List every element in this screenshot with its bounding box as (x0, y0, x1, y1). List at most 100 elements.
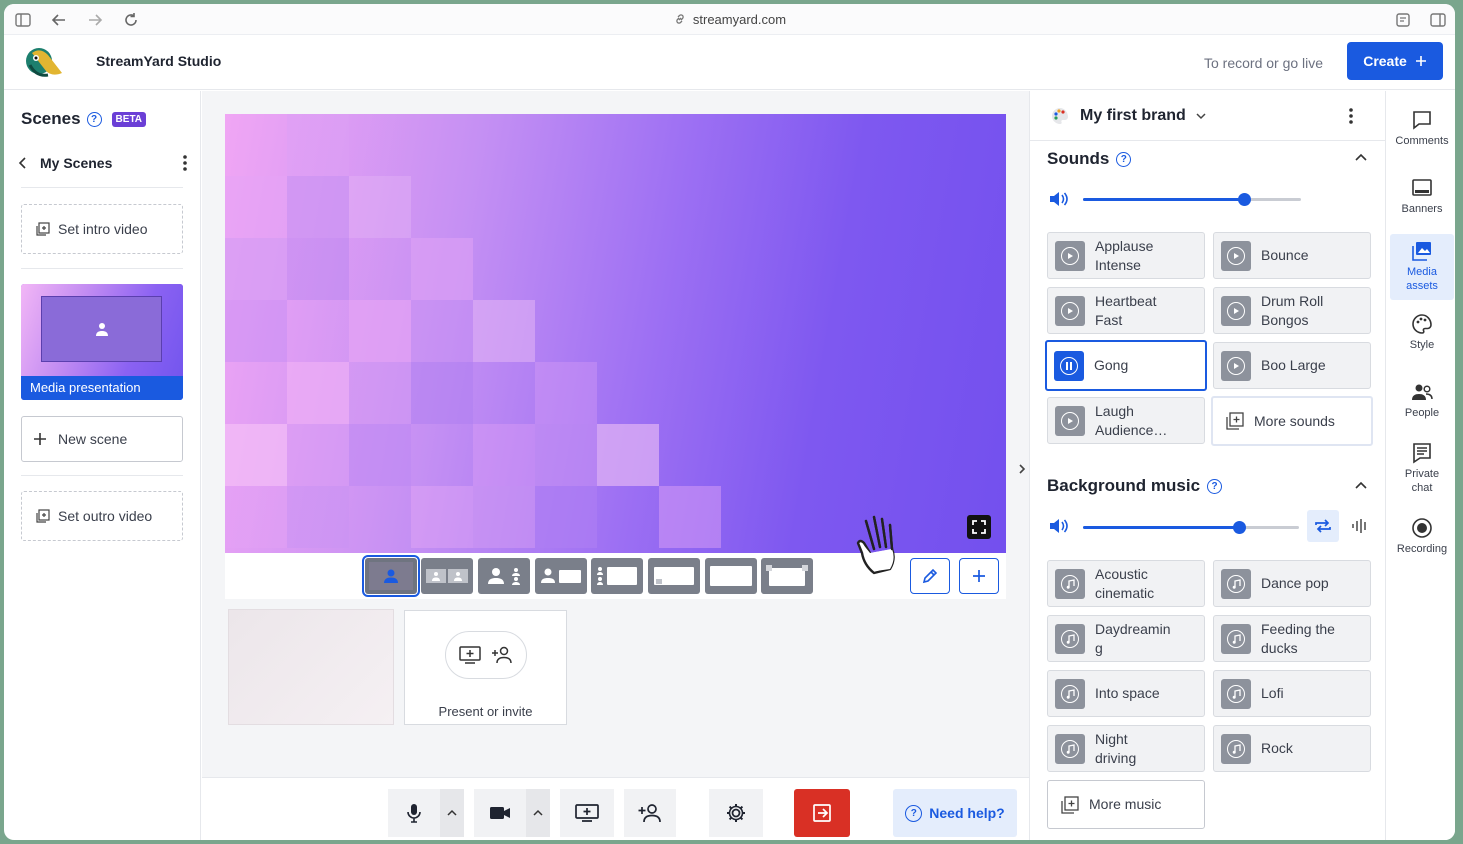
layout-solo-button[interactable] (362, 555, 420, 597)
studio-stage-area: Present or invite ? Need help? (202, 91, 1029, 840)
split-view-icon[interactable] (1429, 11, 1447, 29)
set-intro-video-button[interactable]: Set intro video (21, 204, 183, 254)
reader-icon[interactable] (1394, 11, 1412, 29)
background-tile (225, 486, 287, 548)
sound-tile[interactable]: Boo Large (1213, 342, 1371, 389)
collapse-sounds-icon[interactable] (1355, 153, 1367, 161)
invite-button[interactable] (624, 789, 676, 837)
camera-button[interactable] (474, 789, 526, 837)
chevron-left-icon[interactable] (18, 156, 28, 170)
scene-card-label: Media presentation (21, 376, 183, 400)
present-or-invite-card[interactable]: Present or invite (404, 610, 567, 725)
my-scenes-row[interactable]: My Scenes (18, 154, 188, 172)
sound-label-line1: Laugh (1095, 402, 1134, 419)
microphone-button[interactable] (388, 789, 440, 837)
help-icon[interactable]: ? (86, 111, 102, 127)
present-invite-label: Present or invite (438, 704, 533, 719)
help-icon[interactable]: ? (1207, 478, 1223, 494)
more-music-button[interactable]: More music (1047, 780, 1205, 829)
layout-sidebar-screen-button[interactable] (591, 558, 643, 594)
music-label-line2: g (1095, 639, 1103, 656)
sound-tile[interactable]: Laugh Audience… (1047, 397, 1205, 444)
background-tile (473, 424, 535, 486)
edit-layout-button[interactable] (910, 558, 950, 594)
layout-fullscreen-button[interactable] (705, 558, 757, 594)
style-label: Style (1409, 339, 1435, 351)
settings-button[interactable] (709, 789, 763, 837)
help-icon[interactable]: ? (1116, 151, 1132, 167)
scenes-title: Scenes (21, 109, 81, 128)
music-tile[interactable]: Acoustic cinematic (1047, 560, 1205, 607)
music-label-line2: cinematic (1095, 584, 1155, 601)
background-layout-icon (765, 564, 809, 588)
collapse-right-icon[interactable] (1017, 462, 1027, 476)
sidebar-item-people[interactable]: People (1390, 381, 1454, 421)
sound-label-line1: Bounce (1261, 247, 1309, 264)
sound-tile[interactable]: Heartbeat Fast (1047, 287, 1205, 334)
more-vertical-icon[interactable] (182, 154, 188, 172)
share-screen-button[interactable] (560, 789, 614, 837)
volume-icon[interactable] (1048, 190, 1068, 208)
stage-canvas[interactable] (225, 114, 1006, 553)
more-sounds-button[interactable]: More sounds (1211, 396, 1373, 446)
music-tile[interactable]: Rock (1213, 725, 1371, 772)
loop-button[interactable] (1307, 510, 1339, 542)
layout-background-button[interactable] (761, 558, 813, 594)
leave-studio-button[interactable] (794, 789, 850, 837)
microphone-options-button[interactable] (440, 789, 464, 837)
background-tile (225, 300, 287, 362)
sidebar-item-private-chat[interactable]: Private chat (1390, 442, 1454, 496)
volume-icon[interactable] (1048, 517, 1068, 535)
sound-tile[interactable]: Gong (1045, 340, 1207, 391)
background-tile (287, 114, 349, 176)
background-tile (411, 486, 473, 548)
background-tile (473, 486, 535, 548)
full-screen-layout-icon (709, 565, 753, 587)
create-button[interactable]: Create (1347, 42, 1443, 80)
present-invite-button[interactable] (445, 631, 527, 679)
sidebar-item-style[interactable]: Style (1390, 313, 1454, 353)
background-tile (225, 238, 287, 300)
sound-tile[interactable]: Bounce (1213, 232, 1371, 279)
music-tile[interactable]: Night driving (1047, 725, 1205, 772)
sidebar-item-media-assets[interactable]: Media assets (1390, 234, 1454, 300)
pause-icon (1054, 350, 1084, 381)
more-vertical-icon[interactable] (1348, 107, 1354, 125)
slider-knob[interactable] (1238, 193, 1252, 206)
music-tile[interactable]: Feeding the ducks (1213, 615, 1371, 662)
slider-fill (1083, 198, 1245, 201)
fullscreen-button[interactable] (967, 515, 991, 539)
collapse-music-icon[interactable] (1355, 481, 1367, 489)
divider (21, 187, 183, 188)
sidebar-item-recording[interactable]: Recording (1390, 517, 1454, 557)
brand-selector[interactable]: My first brand (1050, 106, 1206, 126)
layout-leader-button[interactable] (478, 558, 530, 594)
waveform-icon[interactable] (1351, 518, 1369, 534)
music-tile[interactable]: Daydreamin g (1047, 615, 1205, 662)
music-volume-slider[interactable] (1083, 521, 1299, 534)
layout-screen-pip-button[interactable] (648, 558, 700, 594)
layout-person-screen-button[interactable] (535, 558, 587, 594)
slider-knob[interactable] (1232, 521, 1246, 534)
layout-group-button[interactable] (421, 558, 473, 594)
background-tile (535, 486, 597, 548)
record-hint: To record or go live (1204, 55, 1324, 71)
need-help-button[interactable]: ? Need help? (893, 789, 1017, 837)
music-label-line1: Dance pop (1261, 575, 1329, 592)
sidebar-item-comments[interactable]: Comments (1390, 109, 1454, 149)
sound-tile[interactable]: Drum Roll Bongos (1213, 287, 1371, 334)
scene-card-media-presentation[interactable]: Media presentation (21, 284, 183, 400)
music-tile[interactable]: Into space (1047, 670, 1205, 717)
sounds-volume-slider[interactable] (1083, 193, 1301, 206)
sound-tile[interactable]: Applause Intense (1047, 232, 1205, 279)
music-tile[interactable]: Lofi (1213, 670, 1371, 717)
add-layout-button[interactable] (959, 558, 999, 594)
set-outro-video-button[interactable]: Set outro video (21, 491, 183, 541)
sidebar-item-banners[interactable]: Banners (1390, 177, 1454, 217)
url-bar[interactable]: streamyard.com (4, 12, 1455, 27)
background-tile (349, 362, 411, 424)
participant-thumbnail[interactable] (228, 609, 394, 725)
new-scene-button[interactable]: New scene (21, 416, 183, 462)
music-tile[interactable]: Dance pop (1213, 560, 1371, 607)
camera-options-button[interactable] (526, 789, 550, 837)
